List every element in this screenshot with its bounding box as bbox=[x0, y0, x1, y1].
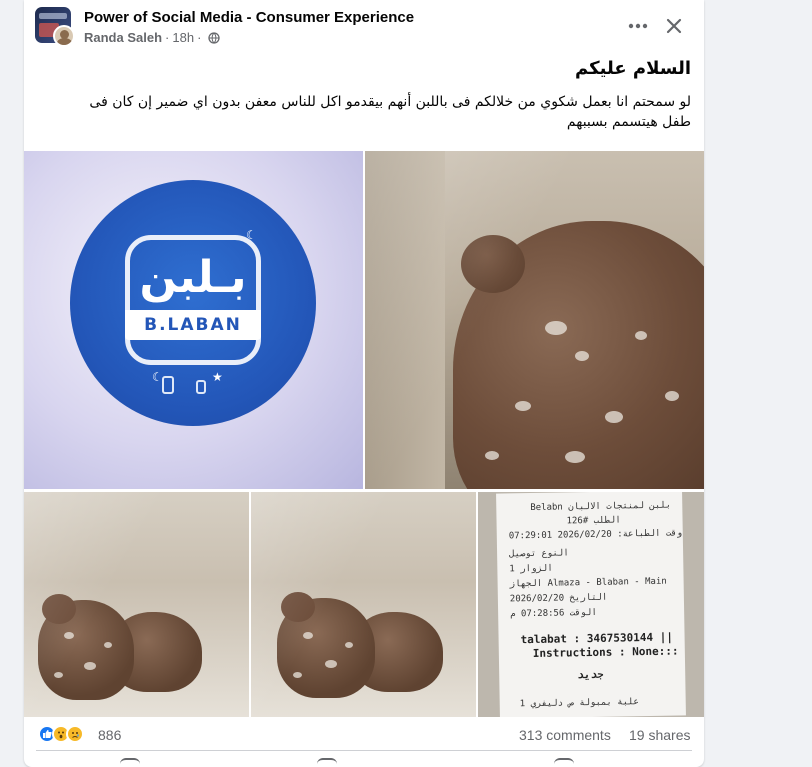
author-avatar[interactable] bbox=[53, 25, 75, 47]
close-button[interactable] bbox=[658, 10, 690, 42]
receipt-line: الوقت 07:28:56 م bbox=[510, 607, 597, 620]
receipt-line: talabat : 3467530144 || bbox=[520, 630, 674, 647]
receipt-line: الجهاز Almaza - Blaban - Main bbox=[509, 576, 667, 590]
post-meta: Randa Saleh · 18h · bbox=[84, 30, 221, 45]
reaction-count[interactable]: 886 bbox=[98, 727, 121, 743]
more-dots-icon bbox=[628, 23, 648, 29]
logo-arabic-text: بـلبن bbox=[139, 252, 247, 303]
lantern-icon bbox=[196, 380, 206, 394]
receipt-line: الطلب #126 bbox=[566, 515, 621, 527]
receipt-line: Belabn بلبن لمنتجات الالبان bbox=[530, 500, 672, 514]
globe-icon[interactable] bbox=[208, 31, 221, 44]
receipt: Belabn بلبن لمنتجات الالبان الطلب #126 و… bbox=[496, 492, 686, 717]
meta-separator: · bbox=[197, 30, 202, 45]
post-text: لو سمحتم انا بعمل شكوي من خلالكم فى بالل… bbox=[89, 94, 691, 130]
photo-receipt[interactable]: Belabn بلبن لمنتجات الالبان الطلب #126 و… bbox=[478, 492, 704, 717]
like-button[interactable] bbox=[120, 758, 140, 767]
receipt-line: Instructions : None::: bbox=[532, 644, 679, 661]
shares-count[interactable]: 19 shares bbox=[629, 727, 690, 743]
post-card: Power of Social Media - Consumer Experie… bbox=[24, 0, 704, 767]
star-icon: ☾ bbox=[246, 228, 257, 242]
sad-reaction-icon bbox=[66, 725, 84, 743]
share-button[interactable] bbox=[554, 758, 574, 767]
receipt-line: التاريخ 2026/02/20 bbox=[509, 592, 608, 605]
photo-dessert-box-1[interactable] bbox=[24, 492, 249, 717]
lantern-icon bbox=[162, 376, 174, 394]
receipt-line: النوع توصيل bbox=[509, 548, 569, 560]
receipt-line: الزوار 1 bbox=[509, 563, 553, 575]
more-options-button[interactable] bbox=[622, 10, 654, 42]
post-time[interactable]: 18h bbox=[172, 30, 194, 45]
group-avatar[interactable] bbox=[35, 7, 75, 47]
receipt-line: جديد bbox=[577, 667, 604, 682]
comments-count[interactable]: 313 comments bbox=[519, 727, 611, 743]
blaban-logo: بـلبن B.LABAN ★ ☾ ☾ bbox=[70, 180, 316, 426]
divider bbox=[36, 750, 692, 751]
post-title: السلام عليكم bbox=[575, 58, 691, 79]
photo-logo[interactable]: بـلبن B.LABAN ★ ☾ ☾ bbox=[24, 151, 363, 489]
photo-dessert-box-2[interactable] bbox=[251, 492, 476, 717]
star-icon: ☾ bbox=[152, 370, 163, 384]
close-icon bbox=[666, 18, 682, 34]
photo-dessert-closeup[interactable] bbox=[365, 151, 704, 489]
star-icon: ★ bbox=[212, 370, 223, 384]
meta-separator: · bbox=[165, 30, 170, 45]
post-header: Power of Social Media - Consumer Experie… bbox=[24, 0, 704, 52]
post-stats: 886 313 comments 19 shares bbox=[24, 719, 704, 749]
group-name[interactable]: Power of Social Media - Consumer Experie… bbox=[84, 9, 414, 26]
logo-english-text: B.LABAN bbox=[144, 315, 242, 335]
receipt-line: 1 علبة بمبولة ص دليفري bbox=[519, 697, 640, 710]
comment-button[interactable] bbox=[317, 758, 337, 767]
receipt-line: وقت الطباعة: 2026/02/20 07:29:01 bbox=[508, 528, 683, 542]
author-name[interactable]: Randa Saleh bbox=[84, 30, 162, 45]
reactions-summary[interactable] bbox=[38, 725, 84, 743]
